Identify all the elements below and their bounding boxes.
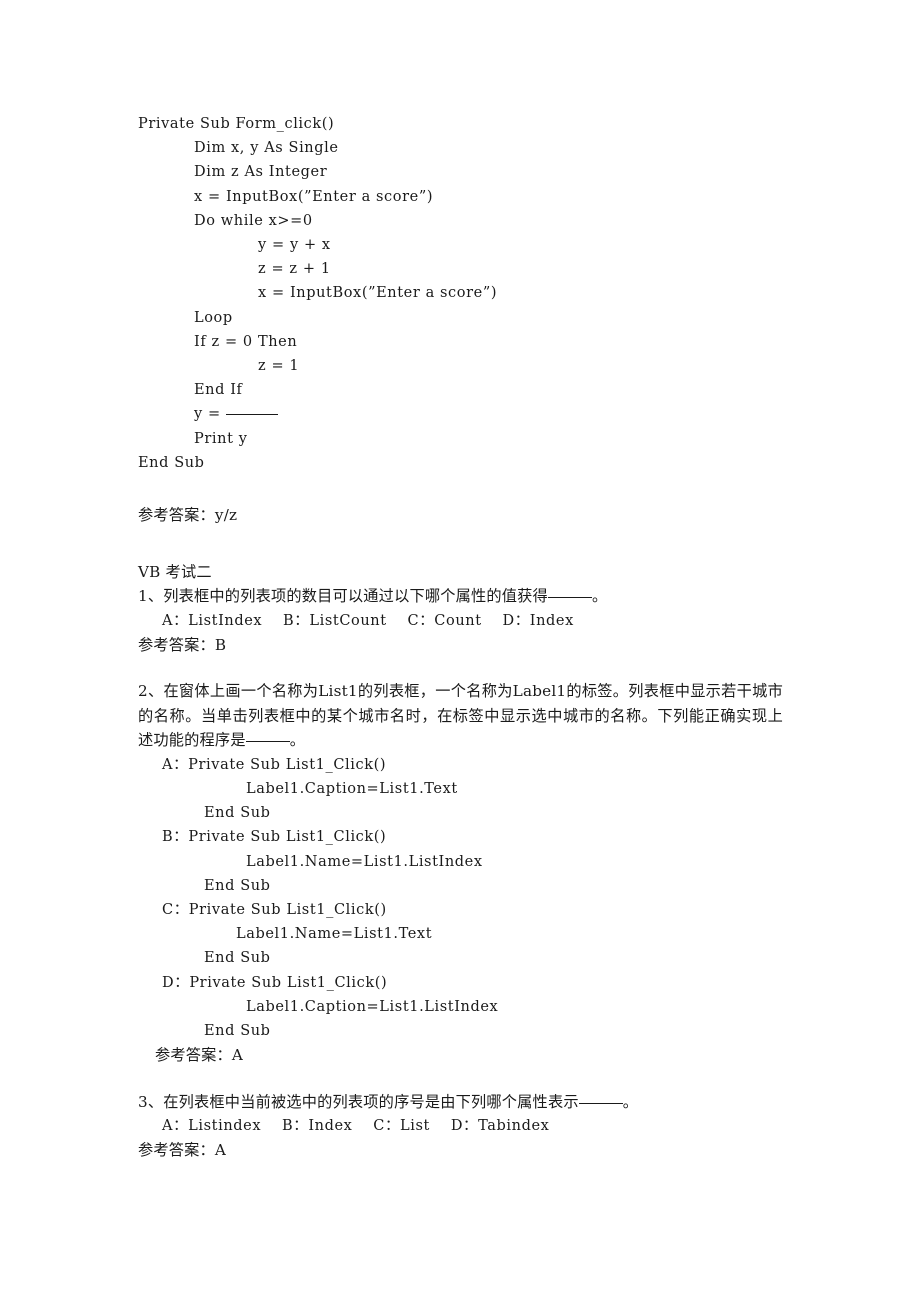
- question-1-answer: 参考答案：B: [138, 635, 227, 654]
- reference-answer-0: 参考答案：y/z: [138, 506, 238, 525]
- code-block-form-click: Private Sub Form_click() Dim x, y As Sin…: [138, 112, 783, 475]
- option-b-end: End Sub: [204, 877, 271, 894]
- option-a-end: End Sub: [204, 805, 271, 822]
- question-1-period: 。: [591, 587, 608, 606]
- question-2-text: 2、在窗体上画一个名称为List1的列表框，一个名称为Label1的标签。列表框…: [138, 682, 783, 750]
- option-b-body: Label1.Name=List1.ListIndex: [246, 853, 483, 870]
- question-3-answer: 参考答案：A: [138, 1141, 227, 1160]
- question-1-text: 1、列表框中的列表项的数目可以通过以下哪个属性的值获得: [138, 587, 548, 606]
- question-2-option-d: D：Private Sub List1_Click() Label1.Capti…: [138, 971, 783, 1044]
- code-line: Dim z As Integer: [194, 164, 328, 181]
- code-line: Loop: [194, 309, 233, 326]
- question-3-stem: 3、在列表框中当前被选中的列表项的序号是由下列哪个属性表示 。: [138, 1090, 783, 1115]
- section-title: VB 考试二: [138, 562, 212, 581]
- option-a-head: A：Private Sub List1_Click(): [162, 756, 387, 773]
- code-line: x = InputBox(”Enter a score”): [194, 188, 434, 205]
- code-line: z = 1: [258, 358, 300, 375]
- code-line: z = z + 1: [258, 261, 331, 278]
- question-2-option-c: C：Private Sub List1_Click() Label1.Name=…: [138, 898, 783, 971]
- document-body: Private Sub Form_click() Dim x, y As Sin…: [138, 112, 783, 1163]
- question-3-text: 3、在列表框中当前被选中的列表项的序号是由下列哪个属性表示: [138, 1092, 579, 1111]
- fill-blank-underline: [245, 741, 290, 743]
- code-line: Private Sub Form_click(): [138, 116, 335, 132]
- fill-blank-underline: [225, 414, 278, 416]
- code-line: End If: [194, 382, 243, 399]
- code-line: Print y: [194, 430, 248, 447]
- code-line: Do while x>=0: [194, 212, 313, 229]
- fill-blank-underline: [547, 597, 592, 599]
- question-2-option-a: A：Private Sub List1_Click() Label1.Capti…: [138, 753, 783, 826]
- code-line-fill-blank: y =: [138, 402, 783, 426]
- question-2-answer: 参考答案：A: [155, 1046, 244, 1065]
- code-fragment: y =: [194, 406, 226, 423]
- question-1-options: A：ListIndex B：ListCount C：Count D：Index: [162, 612, 574, 629]
- question-2-option-b: B：Private Sub List1_Click() Label1.Name=…: [138, 825, 783, 898]
- question-1-stem: 1、列表框中的列表项的数目可以通过以下哪个属性的值获得 。: [138, 584, 783, 609]
- option-c-end: End Sub: [204, 950, 271, 967]
- option-c-head: C：Private Sub List1_Click(): [162, 901, 387, 918]
- option-c-body: Label1.Name=List1.Text: [236, 926, 433, 943]
- option-b-head: B：Private Sub List1_Click(): [162, 829, 387, 846]
- option-d-end: End Sub: [204, 1022, 271, 1039]
- question-3-options: A：Listindex B：Index C：List D：Tabindex: [162, 1118, 550, 1135]
- code-line: x = InputBox(”Enter a score”): [258, 285, 498, 302]
- question-3-period: 。: [622, 1092, 639, 1111]
- question-2-stem: 2、在窗体上画一个名称为List1的列表框，一个名称为Label1的标签。列表框…: [138, 679, 783, 753]
- option-d-body: Label1.Caption=List1.ListIndex: [246, 998, 499, 1015]
- option-a-body: Label1.Caption=List1.Text: [246, 780, 458, 797]
- question-2-period: 。: [289, 731, 306, 750]
- fill-blank-underline: [578, 1102, 623, 1104]
- document-page: Private Sub Form_click() Dim x, y As Sin…: [0, 0, 920, 1302]
- code-line: If z = 0 Then: [194, 333, 298, 350]
- code-line: Dim x, y As Single: [194, 140, 339, 157]
- code-line: End Sub: [138, 454, 205, 471]
- option-d-head: D：Private Sub List1_Click(): [162, 974, 388, 991]
- code-line: y = y + x: [258, 237, 331, 254]
